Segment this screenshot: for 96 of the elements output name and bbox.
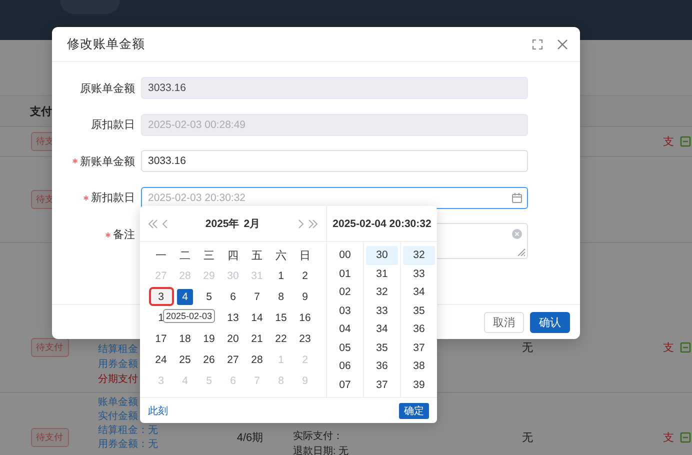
calendar-day[interactable]: 9: [297, 288, 313, 304]
expand-icon[interactable]: [532, 38, 543, 50]
info-line: 结算租金: [98, 342, 138, 357]
field-label: 新账单金额: [80, 154, 135, 168]
time-option[interactable]: 04: [329, 320, 361, 338]
status-tag: 待支付: [31, 338, 69, 356]
time-option[interactable]: 31: [366, 264, 398, 283]
clear-icon[interactable]: [512, 229, 522, 239]
cancel-button[interactable]: 取消: [484, 312, 524, 332]
calendar-day[interactable]: 2: [297, 268, 313, 284]
calendar-icon[interactable]: [512, 192, 522, 202]
next-month-icon[interactable]: [298, 218, 304, 228]
status-text: 无: [522, 340, 533, 354]
now-link[interactable]: 此刻: [148, 404, 168, 418]
time-option[interactable]: 06: [329, 357, 361, 376]
info-line: 账单金额: [98, 396, 138, 410]
time-option[interactable]: 36: [403, 320, 435, 338]
calendar-day[interactable]: 27: [225, 352, 241, 368]
time-option[interactable]: 37: [403, 338, 435, 357]
time-option[interactable]: 30: [366, 246, 398, 264]
calendar-day[interactable]: 20: [225, 330, 241, 346]
time-option[interactable]: 00: [329, 246, 361, 264]
weekday-label: 六: [276, 248, 286, 262]
year-label[interactable]: 2025年: [205, 216, 240, 230]
time-option[interactable]: 36: [366, 357, 398, 376]
time-option[interactable]: 35: [366, 338, 398, 357]
info-line: 实付金额: [98, 410, 138, 424]
date-tooltip: 2025-02-03: [163, 309, 216, 323]
time-option[interactable]: 07: [329, 376, 361, 394]
calendar-day[interactable]: 16: [297, 310, 313, 326]
text-field[interactable]: 3033.16: [141, 150, 528, 172]
weekday-label: 一: [156, 248, 166, 262]
calendar-day[interactable]: 18: [177, 330, 193, 346]
calendar-day[interactable]: 25: [177, 352, 193, 368]
status-text: 无: [522, 430, 533, 444]
calendar-day[interactable]: 5: [201, 288, 217, 304]
info-line: 分期支付: [98, 372, 138, 387]
calendar-day[interactable]: 3: [150, 289, 172, 304]
field-label: 备注: [113, 228, 135, 242]
time-option[interactable]: 38: [403, 357, 435, 376]
time-option[interactable]: 39: [403, 376, 435, 394]
resize-grip-icon[interactable]: [517, 248, 526, 257]
calendar-day[interactable]: 24: [153, 352, 169, 368]
calendar-day[interactable]: 21: [249, 330, 265, 346]
detail-line: 实际支付：: [293, 430, 343, 444]
ok-button[interactable]: 确定: [399, 402, 429, 419]
calendar-day[interactable]: 23: [297, 330, 313, 346]
calendar-day[interactable]: 7: [249, 288, 265, 304]
time-option[interactable]: 33: [403, 264, 435, 283]
status-tag: 待支付: [31, 428, 69, 446]
time-option[interactable]: 01: [329, 264, 361, 283]
calendar-day[interactable]: 8: [273, 288, 289, 304]
calendar-day[interactable]: 28: [249, 352, 265, 368]
time-option[interactable]: 03: [329, 302, 361, 320]
previous-month-icon[interactable]: [162, 218, 168, 228]
time-option[interactable]: 02: [329, 283, 361, 302]
field-label: 原扣款日: [91, 118, 135, 132]
date-field[interactable]: 2025-02-03 20:30:32: [141, 186, 528, 208]
time-option[interactable]: 37: [366, 376, 398, 394]
info-line: 用券金额：无: [98, 438, 158, 452]
calendar-day[interactable]: 19: [201, 330, 217, 346]
column-header: 支付: [30, 104, 52, 118]
calendar-day[interactable]: 22: [273, 330, 289, 346]
calendar-day[interactable]: 26: [201, 352, 217, 368]
time-option[interactable]: 33: [366, 302, 398, 320]
detail-line: 退款日期: 无: [293, 444, 349, 455]
weekday-label: 五: [252, 248, 262, 262]
calendar-day[interactable]: 17: [153, 330, 169, 346]
period-text: 4/6期: [236, 430, 264, 444]
time-option[interactable]: 32: [366, 283, 398, 302]
weekday-label: 三: [204, 248, 214, 262]
calendar-day[interactable]: 4: [177, 288, 193, 304]
time-option[interactable]: 34: [403, 283, 435, 302]
time-option[interactable]: 32: [403, 246, 435, 264]
calendar-day[interactable]: 1: [273, 268, 289, 284]
next-year-icon[interactable]: [308, 218, 318, 228]
info-line: 用券金额: [98, 358, 138, 372]
field-label: 新扣款日: [91, 190, 135, 205]
time-option[interactable]: 05: [329, 338, 361, 357]
selected-datetime: 2025-02-04 20:30:32: [327, 206, 437, 242]
calendar-day[interactable]: 6: [225, 288, 241, 304]
info-line: 结算租金：无: [98, 424, 158, 438]
time-option[interactable]: 35: [403, 302, 435, 320]
dialog-title: 修改账单金额: [67, 36, 146, 52]
weekday-label: 四: [228, 248, 238, 262]
close-icon[interactable]: [557, 38, 568, 50]
weekday-label: 日: [300, 248, 310, 262]
calendar-day[interactable]: 15: [273, 310, 289, 326]
weekday-label: 二: [180, 248, 190, 262]
calendar-day[interactable]: 14: [249, 310, 265, 326]
field-label: 原账单金额: [80, 82, 135, 96]
previous-year-icon[interactable]: [148, 218, 158, 228]
month-label[interactable]: 2月: [244, 216, 261, 230]
confirm-button[interactable]: 确认: [530, 312, 570, 332]
time-option[interactable]: 34: [366, 320, 398, 338]
calendar-day[interactable]: 13: [225, 310, 241, 326]
